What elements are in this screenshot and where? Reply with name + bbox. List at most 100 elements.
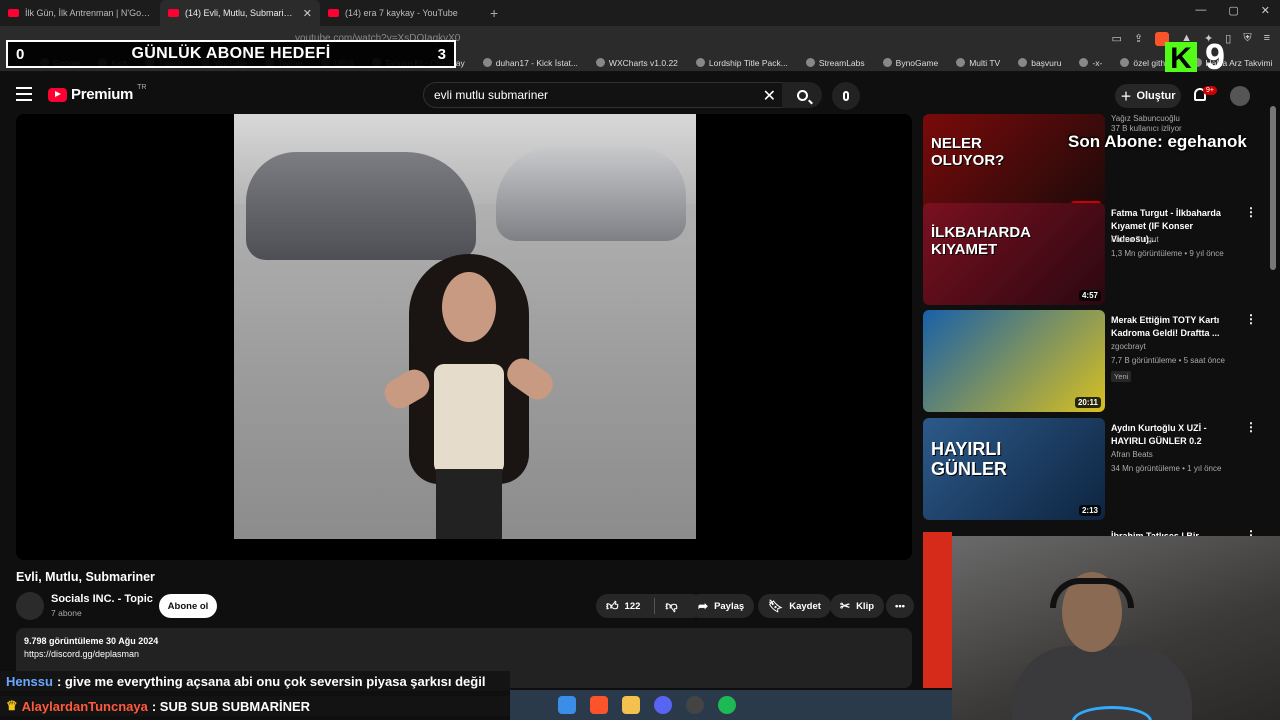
bookmark-item[interactable]: Multi TV: [956, 58, 1000, 68]
browser-tab[interactable]: (14) era 7 kaykay - YouTube: [320, 0, 480, 26]
recommendation-channel[interactable]: Afran Beats: [1111, 450, 1153, 459]
browser-menu-icon[interactable]: ≡: [1264, 32, 1270, 46]
minimize-icon[interactable]: —: [1195, 4, 1206, 17]
subscribe-button[interactable]: Abone ol: [159, 594, 217, 618]
recommendation-meta: 7,7 B görüntüleme • 5 saat önce: [1111, 356, 1225, 365]
browser-tab[interactable]: İlk Gün, İlk Antrenman | N'Golo Kanté: [0, 0, 160, 26]
dislike-icon[interactable]: 👎︎: [665, 599, 677, 614]
recommendation-channel[interactable]: Yağız Sabuncuoğlu: [1111, 114, 1180, 123]
channel-name[interactable]: Socials INC. - Topic: [51, 593, 153, 605]
bookmark-item[interactable]: -x-: [1079, 58, 1102, 68]
share-icon[interactable]: ⇪: [1134, 32, 1143, 46]
share-label: Paylaş: [714, 600, 745, 612]
bookmark-favicon-icon: [1018, 58, 1028, 67]
video-thumbnail[interactable]: NELER OLUYOR?CANLI: [923, 114, 1105, 216]
browser-tab-active[interactable]: (14) Evli, Mutlu, Submariner - YouTube ✕: [160, 0, 320, 26]
video-person-face: [442, 272, 496, 342]
clear-search-icon[interactable]: ✕: [763, 86, 776, 106]
more-actions-button[interactable]: •••: [886, 594, 914, 618]
save-label: Kaydet: [789, 600, 821, 612]
video-player[interactable]: [16, 114, 912, 560]
recommendation-item[interactable]: İbrahim Tatlıses | Bir⋮: [923, 526, 1263, 542]
clip-button[interactable]: ✂ Klip: [830, 594, 885, 618]
video-thumbnail[interactable]: İLKBAHARDA KIYAMET 4:57: [923, 203, 1105, 305]
channel-subscriber-count: 7 abone: [51, 608, 82, 618]
share-button[interactable]: ➦ Paylaş: [688, 594, 755, 618]
close-tab-icon[interactable]: ✕: [303, 7, 312, 20]
view-stats: 9.798 görüntüleme 30 Ağu 2024: [24, 636, 159, 646]
chat-text: : SUB SUB SUBMARİNER: [151, 698, 311, 714]
bookmark-item[interactable]: duhan17 - Kick İstat...: [482, 58, 578, 68]
page-scrollbar[interactable]: [1270, 106, 1276, 270]
discord-icon[interactable]: [654, 696, 672, 714]
chat-username: AlaylardanTuncnaya: [21, 698, 148, 714]
chat-username: Henssu: [6, 673, 53, 689]
logo-region: TR: [137, 84, 147, 91]
recommendation-item[interactable]: 20:11 Merak Ettiğim TOTY Kartı Kadroma Ge…: [923, 310, 1263, 412]
file-explorer-icon[interactable]: [622, 696, 640, 714]
voice-search-button[interactable]: [832, 82, 860, 110]
youtube-favicon-icon: [8, 9, 19, 17]
new-badge: Yeni: [1111, 371, 1132, 382]
more-vertical-icon[interactable]: ⋮: [1245, 312, 1257, 326]
more-vertical-icon[interactable]: ⋮: [1245, 205, 1257, 219]
recommendation-meta: 1,3 Mn görüntüleme • 9 yıl önce: [1111, 249, 1224, 258]
bookmark-label: -x-: [1092, 57, 1103, 68]
video-thumbnail[interactable]: 20:11: [923, 310, 1105, 412]
bookmark-item[interactable]: Lordship Title Pack...: [695, 58, 788, 68]
recommendation-title[interactable]: Merak Ettiğim TOTY Kartı Kadroma Geldi! …: [1111, 314, 1239, 340]
brave-browser-icon[interactable]: [590, 696, 608, 714]
youtube-favicon-icon: [328, 9, 339, 17]
bookmark-item[interactable]: BynoGame: [882, 57, 939, 68]
bookmark-label: başvuru: [1031, 57, 1062, 68]
cast-icon[interactable]: ▭: [1112, 32, 1122, 46]
create-label: Oluştur: [1136, 90, 1176, 102]
like-icon[interactable]: 👍︎: [606, 599, 619, 614]
recommendation-item[interactable]: İLKBAHARDA KIYAMET 4:57 Fatma Turgut - İlk…: [923, 203, 1263, 305]
search-icon: [796, 89, 808, 101]
hamburger-menu-icon[interactable]: [16, 87, 32, 101]
sidebar-icon[interactable]: ▯: [1225, 32, 1231, 46]
chat-message: ♛ AlaylardanTuncnaya : SUB SUB SUBMARİNE…: [0, 696, 510, 716]
vpn-icon[interactable]: ⛨: [1243, 32, 1251, 46]
spotify-icon[interactable]: [718, 696, 736, 714]
thumbnail-text: HAYIRLI GÜNLER: [931, 439, 1007, 479]
video-thumbnail[interactable]: HAYIRLI GÜNLER 2:13: [923, 418, 1105, 520]
screen: İlk Gün, İlk Antrenman | N'Golo Kanté (1…: [0, 0, 1280, 720]
like-count[interactable]: 122: [625, 601, 641, 612]
recommendation-channel[interactable]: zgocbrayt: [1111, 342, 1146, 351]
bookmark-item[interactable]: StreamLabs: [805, 58, 865, 68]
video-person-top: [434, 364, 504, 474]
maximize-icon[interactable]: ▢: [1228, 4, 1238, 17]
search-input[interactable]: [434, 88, 754, 102]
scissors-icon: ✂: [840, 599, 851, 613]
bookmark-favicon-icon: [882, 58, 892, 67]
windows-start-icon[interactable]: [558, 696, 576, 714]
recommendation-item[interactable]: HAYIRLI GÜNLER 2:13 Aydın Kurtoğlu X UZİ -…: [923, 418, 1263, 520]
obs-icon[interactable]: [686, 696, 704, 714]
search-button[interactable]: [782, 82, 822, 108]
subscriber-goal-overlay: 0 GÜNLÜK ABONE HEDEFİ 3: [6, 40, 456, 68]
bookmark-item[interactable]: WXCharts v1.0.22: [595, 58, 678, 68]
bookmark-favicon-icon: [956, 58, 966, 67]
bookmark-favicon-icon: [805, 58, 815, 67]
description-link[interactable]: https://discord.gg/deplasman: [24, 649, 904, 659]
duration-badge: 4:57: [1078, 290, 1101, 301]
new-tab-button[interactable]: +: [490, 5, 498, 21]
bookmark-label: BynoGame: [895, 57, 939, 68]
more-vertical-icon[interactable]: ⋮: [1245, 420, 1257, 434]
last-subscriber-overlay: Son Abone: egehanok: [1068, 132, 1247, 151]
channel-avatar[interactable]: [16, 592, 44, 620]
tab-title: (14) Evli, Mutlu, Submariner - YouTube: [185, 8, 297, 18]
close-window-icon[interactable]: ✕: [1261, 4, 1270, 17]
recommendation-channel[interactable]: Fatma Turgut: [1111, 235, 1159, 244]
tab-title: İlk Gün, İlk Antrenman | N'Golo Kanté: [25, 8, 152, 18]
taskbar: [510, 690, 952, 720]
save-button[interactable]: 🔖︎ Kaydet: [758, 594, 831, 618]
recommendation-item[interactable]: NELER OLUYOR?CANLIYağız Sabuncuoğlu37 B …: [923, 114, 1263, 216]
youtube-logo[interactable]: Premium TR: [48, 84, 147, 103]
create-button[interactable]: ＋ Oluştur: [1115, 84, 1181, 108]
recommendation-title[interactable]: Aydın Kurtoğlu X UZİ - HAYIRLI GÜNLER 0.…: [1111, 422, 1239, 448]
bookmark-item[interactable]: başvuru: [1018, 58, 1061, 68]
account-avatar[interactable]: [1230, 86, 1250, 106]
